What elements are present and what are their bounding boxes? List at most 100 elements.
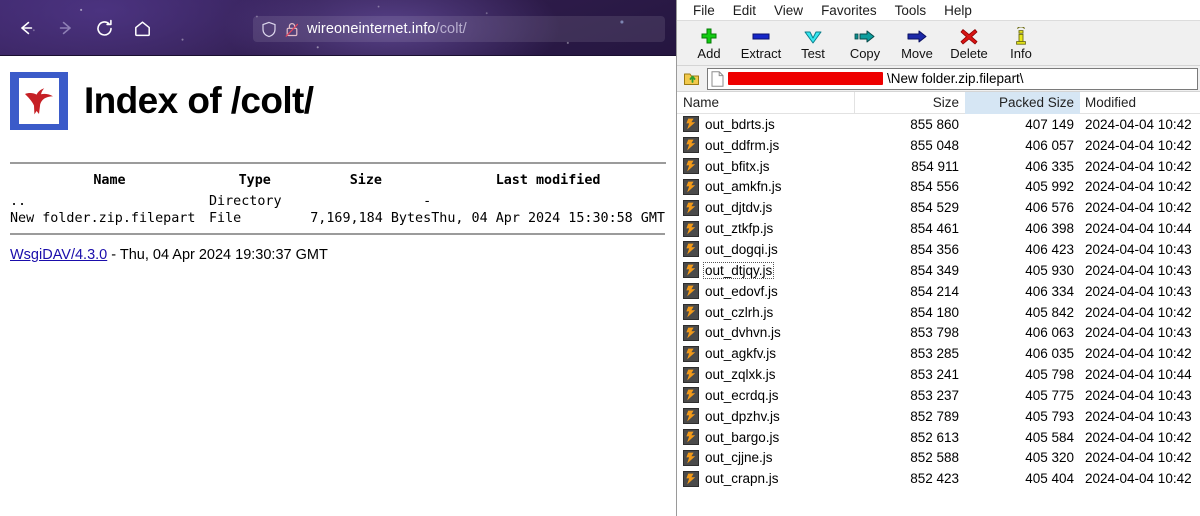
js-file-icon	[683, 178, 699, 195]
file-modified-cell: 2024-04-04 10:42	[1085, 429, 1192, 445]
file-row[interactable]: out_dogqi.js 854 356 406 423 2024-04-04 10:…	[677, 239, 1200, 260]
file-name-cell[interactable]: out_agkfv.js	[677, 345, 855, 362]
file-name-cell[interactable]: out_ztkfp.js	[677, 220, 855, 237]
file-name-label: out_dogqi.js	[705, 241, 778, 257]
file-modified-cell: 2024-04-04 10:43	[1085, 325, 1192, 341]
header-type[interactable]: Type	[209, 172, 301, 193]
file-row[interactable]: out_czlrh.js 854 180 405 842 2024-04-04 10:…	[677, 302, 1200, 323]
file-row[interactable]: out_dpzhv.js 852 789 405 793 2024-04-04 10:…	[677, 406, 1200, 427]
file-row[interactable]: out_djtdv.js 854 529 406 576 2024-04-04 10:…	[677, 197, 1200, 218]
file-modified-cell: 2024-04-04 10:42	[1085, 158, 1192, 174]
address-bar[interactable]: wireoneinternet.info/colt/	[253, 16, 665, 42]
back-button[interactable]	[12, 14, 40, 42]
file-name-cell[interactable]: out_dogqi.js	[677, 241, 855, 258]
js-file-icon	[683, 220, 699, 237]
wsgidav-link[interactable]: WsgiDAV/4.3.0	[10, 247, 107, 263]
column-header-packed-size[interactable]: Packed Size	[965, 91, 1080, 114]
column-header-modified[interactable]: Modified	[1080, 92, 1198, 114]
file-name-cell[interactable]: out_crapn.js	[677, 470, 855, 487]
copy-button[interactable]: Copy	[839, 24, 891, 66]
file-row[interactable]: out_zqlxk.js 853 241 405 798 2024-04-04 10:…	[677, 364, 1200, 385]
reload-button[interactable]	[90, 14, 118, 42]
menu-view[interactable]: View	[765, 2, 812, 19]
copy-arrow-icon	[854, 30, 875, 42]
file-row[interactable]: out_dvhvn.js 853 798 406 063 2024-04-04 10:…	[677, 322, 1200, 343]
path-bar: \New folder.zip.filepart\	[677, 66, 1200, 92]
info-button[interactable]: Info	[995, 24, 1047, 66]
file-row[interactable]: out_amkfn.js 854 556 405 992 2024-04-04 10:…	[677, 177, 1200, 198]
file-name-label: out_bfitx.js	[705, 158, 770, 174]
file-row[interactable]: out_cjjne.js 852 588 405 320 2024-04-04 10:…	[677, 448, 1200, 469]
file-name-cell[interactable]: out_bargo.js	[677, 429, 855, 446]
file-name-cell[interactable]: out_ecrdq.js	[677, 387, 855, 404]
column-header-name[interactable]: Name	[677, 91, 855, 114]
file-packed-size-cell: 405 842	[1025, 304, 1074, 320]
move-button[interactable]: Move	[891, 24, 943, 66]
file-name-cell[interactable]: out_dpzhv.js	[677, 408, 855, 425]
url-host: wireoneinternet.info	[307, 21, 436, 37]
file-name-cell[interactable]: out_djtdv.js	[677, 199, 855, 216]
file-row[interactable]: out_crapn.js 852 423 405 404 2024-04-04 10:…	[677, 468, 1200, 489]
menu-help[interactable]: Help	[935, 2, 981, 19]
forward-button[interactable]	[52, 14, 80, 42]
file-name-cell[interactable]: out_cjjne.js	[677, 449, 855, 466]
file-modified-cell: 2024-04-04 10:42	[1085, 346, 1192, 362]
file-size-cell: 853 285	[910, 346, 959, 362]
file-list[interactable]: out_bdrts.js 855 860 407 149 2024-04-04 10:…	[677, 114, 1200, 516]
test-button[interactable]: Test	[787, 24, 839, 66]
file-modified-cell: 2024-04-04 10:43	[1085, 283, 1192, 299]
archive-path-field[interactable]: \New folder.zip.filepart\	[707, 67, 1198, 90]
extract-minus-icon	[752, 33, 770, 39]
menu-file[interactable]: File	[684, 2, 724, 19]
header-last-modified[interactable]: Last modified	[431, 172, 665, 193]
file-name-cell[interactable]: out_bdrts.js	[677, 116, 855, 133]
extract-button[interactable]: Extract	[735, 24, 787, 66]
js-file-icon	[683, 470, 699, 487]
home-button[interactable]	[128, 14, 156, 42]
file-name-cell[interactable]: out_dtjqy.js	[677, 261, 855, 279]
shield-icon	[262, 21, 276, 37]
menu-favorites[interactable]: Favorites	[812, 2, 886, 19]
file-name-cell[interactable]: out_zqlxk.js	[677, 366, 855, 383]
file-name-cell[interactable]: out_dvhvn.js	[677, 324, 855, 341]
file-row[interactable]: out_bargo.js 852 613 405 584 2024-04-04 10:…	[677, 427, 1200, 448]
file-row[interactable]: out_edovf.js 854 214 406 334 2024-04-04 10:…	[677, 281, 1200, 302]
file-packed-size-cell: 406 576	[1025, 200, 1074, 216]
file-row[interactable]: out_ecrdq.js 853 237 405 775 2024-04-04 10:…	[677, 385, 1200, 406]
file-row[interactable]: out_ztkfp.js 854 461 406 398 2024-04-04 10:…	[677, 218, 1200, 239]
file-row[interactable]: out_dtjqy.js 854 349 405 930 2024-04-04 10:…	[677, 260, 1200, 281]
file-name-cell[interactable]: out_amkfn.js	[677, 178, 855, 195]
file-name-label: out_ecrdq.js	[705, 387, 779, 403]
table-row[interactable]: New folder.zip.filepart File 7,169,184 B…	[10, 210, 665, 227]
js-file-icon	[683, 137, 699, 154]
file-name-cell[interactable]: out_ddfrm.js	[677, 137, 855, 154]
file-name-cell[interactable]: out_edovf.js	[677, 283, 855, 300]
file-modified-cell: 2024-04-04 10:42	[1085, 116, 1192, 132]
column-header-size[interactable]: Size	[855, 92, 965, 114]
insecure-lock-icon[interactable]	[284, 21, 300, 38]
file-size-cell: 854 349	[910, 262, 959, 278]
file-size-cell: 854 529	[910, 200, 959, 216]
menu-tools[interactable]: Tools	[886, 2, 936, 19]
header-name[interactable]: Name	[10, 172, 209, 193]
menu-edit[interactable]: Edit	[724, 2, 765, 19]
back-arrow-icon	[21, 21, 33, 35]
file-row[interactable]: out_ddfrm.js 855 048 406 057 2024-04-04 10:…	[677, 135, 1200, 156]
header-size[interactable]: Size	[301, 172, 432, 193]
file-row[interactable]: out_bdrts.js 855 860 407 149 2024-04-04 10:…	[677, 114, 1200, 135]
file-packed-size-cell: 406 335	[1025, 158, 1074, 174]
file-name-cell[interactable]: out_bfitx.js	[677, 158, 855, 175]
page-content: Index of /colt/ Name Type Size Last modi…	[0, 57, 676, 516]
up-one-level-button[interactable]	[681, 68, 703, 90]
file-row[interactable]: out_bfitx.js 854 911 406 335 2024-04-04 10:…	[677, 156, 1200, 177]
bird-glyph-icon	[25, 88, 53, 115]
row-name[interactable]: New folder.zip.filepart	[10, 210, 209, 227]
file-modified-cell: 2024-04-04 10:43	[1085, 262, 1192, 278]
table-row[interactable]: .. Directory -	[10, 193, 665, 210]
add-button[interactable]: Add	[683, 24, 735, 66]
file-packed-size-cell: 406 057	[1025, 137, 1074, 153]
file-name-cell[interactable]: out_czlrh.js	[677, 304, 855, 321]
row-name[interactable]: ..	[10, 193, 209, 210]
delete-button[interactable]: Delete	[943, 24, 995, 66]
file-row[interactable]: out_agkfv.js 853 285 406 035 2024-04-04 10:…	[677, 343, 1200, 364]
